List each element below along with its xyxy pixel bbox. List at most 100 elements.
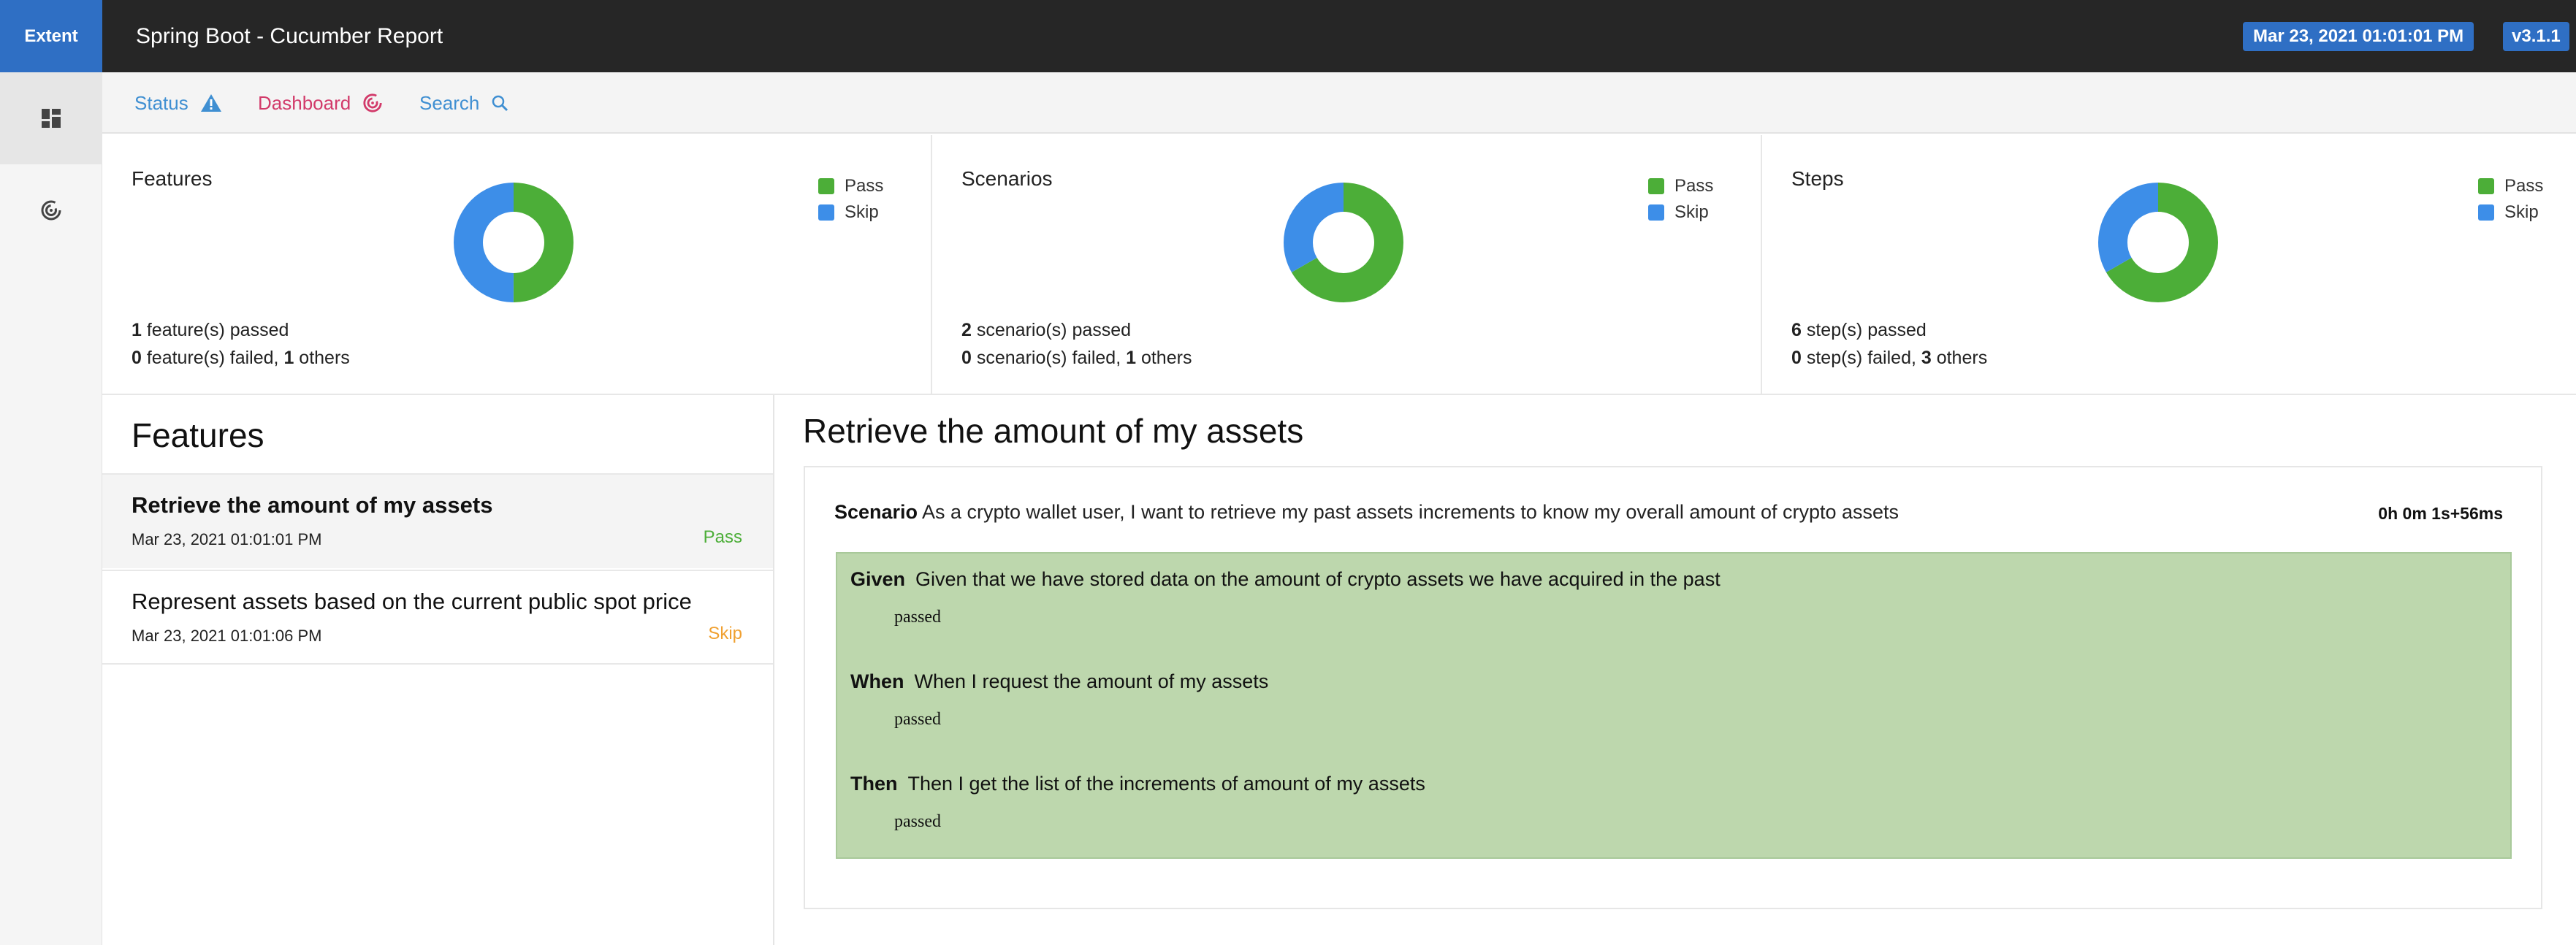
legend-item-skip[interactable]: Skip	[818, 199, 883, 226]
sidebar-item-tests[interactable]	[0, 72, 102, 164]
pass-swatch	[1648, 178, 1664, 194]
failed-count: 0	[132, 348, 142, 368]
target-icon	[363, 93, 382, 112]
failed-text: scenario(s) failed,	[971, 348, 1127, 368]
step-text: Then I get the list of the increments of…	[907, 773, 1425, 795]
step-status: passed	[894, 812, 941, 831]
legend-label: Skip	[2504, 202, 2539, 222]
dashboard-grid-icon	[42, 109, 61, 128]
passed-summary: 2 scenario(s) passed	[961, 320, 1131, 341]
report-title: Spring Boot - Cucumber Report	[136, 24, 443, 48]
feature-status-pass: Pass	[703, 527, 742, 547]
step-keyword: When	[850, 670, 904, 692]
failed-count: 0	[961, 348, 972, 368]
failed-summary: 0 step(s) failed, 3 others	[1791, 348, 1987, 369]
step-given: Given Given that we have stored data on t…	[850, 568, 1720, 591]
scenario-card: Scenario As a crypto wallet user, I want…	[804, 466, 2542, 909]
others-text: others	[1136, 348, 1192, 368]
passed-text: feature(s) passed	[141, 320, 289, 340]
step-then: Then Then I get the list of the increment…	[850, 773, 1425, 795]
feature-list-item[interactable]: Represent assets based on the current pu…	[102, 570, 773, 665]
nav-dashboard-label: Dashboard	[258, 92, 351, 114]
skip-swatch	[2478, 204, 2494, 221]
feature-status-skip: Skip	[708, 624, 742, 643]
card-title: Features	[132, 167, 213, 190]
scenario-name[interactable]: As a crypto wallet user, I want to retri…	[922, 501, 1899, 524]
legend-item-skip[interactable]: Skip	[1648, 199, 1713, 226]
search-icon	[492, 95, 508, 112]
passed-count: 6	[1791, 320, 1802, 340]
step-text: When I request the amount of my assets	[914, 670, 1269, 692]
features-summary-card: Features Pass Skip 1 feature(s) passed 0…	[102, 135, 931, 394]
passed-text: step(s) passed	[1801, 320, 1927, 340]
legend-label: Pass	[845, 176, 884, 196]
legend-item-pass[interactable]: Pass	[818, 173, 883, 199]
brand-logo[interactable]: Extent	[0, 0, 102, 72]
feature-list-item[interactable]: Retrieve the amount of my assets Mar 23,…	[102, 473, 773, 568]
steps-donut-chart	[2098, 183, 2218, 302]
card-title: Scenarios	[961, 167, 1053, 190]
chart-legend: Pass Skip	[818, 173, 883, 226]
steps-container: Given Given that we have stored data on t…	[836, 552, 2512, 859]
pass-swatch	[818, 178, 834, 194]
others-count: 1	[1126, 348, 1137, 368]
step-keyword: Then	[850, 773, 898, 795]
pass-swatch	[2478, 178, 2494, 194]
legend-label: Skip	[845, 202, 879, 222]
nav-dashboard-link[interactable]: Dashboard	[258, 72, 383, 134]
feature-detail-title: Retrieve the amount of my assets	[803, 412, 1304, 450]
top-bar: Extent Spring Boot - Cucumber Report Mar…	[0, 0, 2576, 72]
steps-summary-card: Steps Pass Skip 6 step(s) passed 0 step(…	[1762, 135, 2576, 394]
failed-text: feature(s) failed,	[141, 348, 284, 368]
chart-legend: Pass Skip	[2478, 173, 2543, 226]
feature-date: Mar 23, 2021 01:01:06 PM	[132, 627, 322, 645]
report-date-badge: Mar 23, 2021 01:01:01 PM	[2243, 22, 2474, 51]
others-count: 3	[1921, 348, 1932, 368]
legend-item-pass[interactable]: Pass	[1648, 173, 1713, 199]
scenarios-summary-card: Scenarios Pass Skip 2 scenario(s) passed…	[932, 135, 1761, 394]
sidebar-item-dashboard[interactable]	[0, 164, 102, 256]
chart-legend: Pass Skip	[1648, 173, 1713, 226]
passed-text: scenario(s) passed	[971, 320, 1132, 340]
legend-label: Pass	[1674, 176, 1714, 196]
step-keyword: Given	[850, 568, 906, 590]
passed-count: 1	[132, 320, 142, 340]
nav-search-link[interactable]: Search	[419, 72, 508, 134]
warning-icon	[200, 94, 221, 112]
step-text: Given that we have stored data on the am…	[915, 568, 1720, 590]
others-text: others	[1931, 348, 1988, 368]
target-icon	[41, 200, 61, 221]
failed-text: step(s) failed,	[1801, 348, 1921, 368]
legend-item-pass[interactable]: Pass	[2478, 173, 2543, 199]
legend-item-skip[interactable]: Skip	[2478, 199, 2543, 226]
nav-status-label: Status	[134, 92, 188, 114]
version-badge: v3.1.1	[2503, 22, 2569, 51]
card-title: Steps	[1791, 167, 1844, 190]
section-nav: Status Dashboard Search	[102, 72, 2576, 134]
nav-status-link[interactable]: Status	[134, 72, 222, 134]
summary-cards: Features Pass Skip 1 feature(s) passed 0…	[102, 135, 2576, 395]
scenarios-donut-chart	[1284, 183, 1403, 302]
skip-swatch	[818, 204, 834, 221]
failed-summary: 0 scenario(s) failed, 1 others	[961, 348, 1192, 369]
passed-summary: 6 step(s) passed	[1791, 320, 1927, 341]
passed-summary: 1 feature(s) passed	[132, 320, 289, 341]
passed-count: 2	[961, 320, 972, 340]
feature-date: Mar 23, 2021 01:01:01 PM	[132, 530, 322, 548]
feature-name: Represent assets based on the current pu…	[132, 589, 692, 614]
step-when: When When I request the amount of my asse…	[850, 670, 1268, 693]
others-count: 1	[283, 348, 294, 368]
features-list-panel: Features Retrieve the amount of my asset…	[102, 395, 774, 945]
legend-label: Pass	[2504, 176, 2544, 196]
scenario-label: Scenario	[834, 501, 918, 523]
step-status: passed	[894, 608, 941, 627]
nav-search-label: Search	[419, 92, 480, 114]
sidebar	[0, 72, 102, 945]
failed-summary: 0 feature(s) failed, 1 others	[132, 348, 350, 369]
feature-name: Retrieve the amount of my assets	[132, 492, 493, 518]
features-donut-chart	[454, 183, 573, 302]
features-heading: Features	[132, 416, 264, 454]
legend-label: Skip	[1674, 202, 1709, 222]
failed-count: 0	[1791, 348, 1802, 368]
others-text: others	[294, 348, 350, 368]
